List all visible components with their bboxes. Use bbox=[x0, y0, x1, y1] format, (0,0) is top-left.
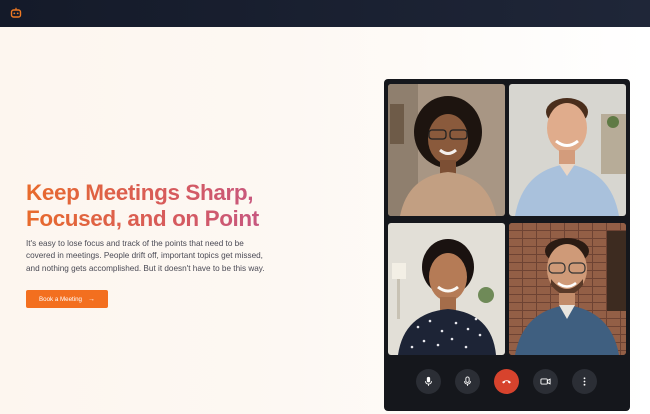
participant-video bbox=[509, 223, 626, 355]
book-meeting-label: Book a Meeting bbox=[39, 295, 82, 303]
audio-button[interactable] bbox=[455, 369, 480, 394]
end-call-icon bbox=[502, 380, 511, 384]
microphone-icon bbox=[425, 376, 432, 386]
hero-title: Keep Meetings Sharp, Focused, and on Poi… bbox=[26, 180, 356, 232]
hero-title-line-2: Focused, and on Point bbox=[26, 206, 259, 231]
call-controls bbox=[384, 369, 630, 397]
camera-icon bbox=[540, 378, 551, 385]
mute-button[interactable] bbox=[416, 369, 441, 394]
hero-description: It's easy to lose focus and track of the… bbox=[26, 239, 265, 273]
book-meeting-button[interactable]: Book a Meeting → bbox=[26, 290, 108, 308]
participant-tile[interactable] bbox=[509, 84, 626, 216]
microphone-icon bbox=[464, 376, 471, 386]
top-bar bbox=[0, 0, 650, 27]
participant-video bbox=[388, 84, 505, 216]
video-call-window bbox=[384, 79, 630, 411]
camera-button[interactable] bbox=[533, 369, 558, 394]
participant-video bbox=[509, 84, 626, 216]
arrow-right-icon: → bbox=[88, 295, 95, 303]
participant-video bbox=[388, 223, 505, 355]
end-call-button[interactable] bbox=[494, 369, 519, 394]
hero-title-line-1: Keep Meetings Sharp, bbox=[26, 180, 254, 205]
robot-icon[interactable] bbox=[10, 7, 22, 19]
participant-tile[interactable] bbox=[388, 84, 505, 216]
more-options-button[interactable] bbox=[572, 369, 597, 394]
participant-tile[interactable] bbox=[388, 223, 505, 355]
participant-tile[interactable] bbox=[509, 223, 626, 355]
more-options-icon bbox=[583, 377, 586, 386]
